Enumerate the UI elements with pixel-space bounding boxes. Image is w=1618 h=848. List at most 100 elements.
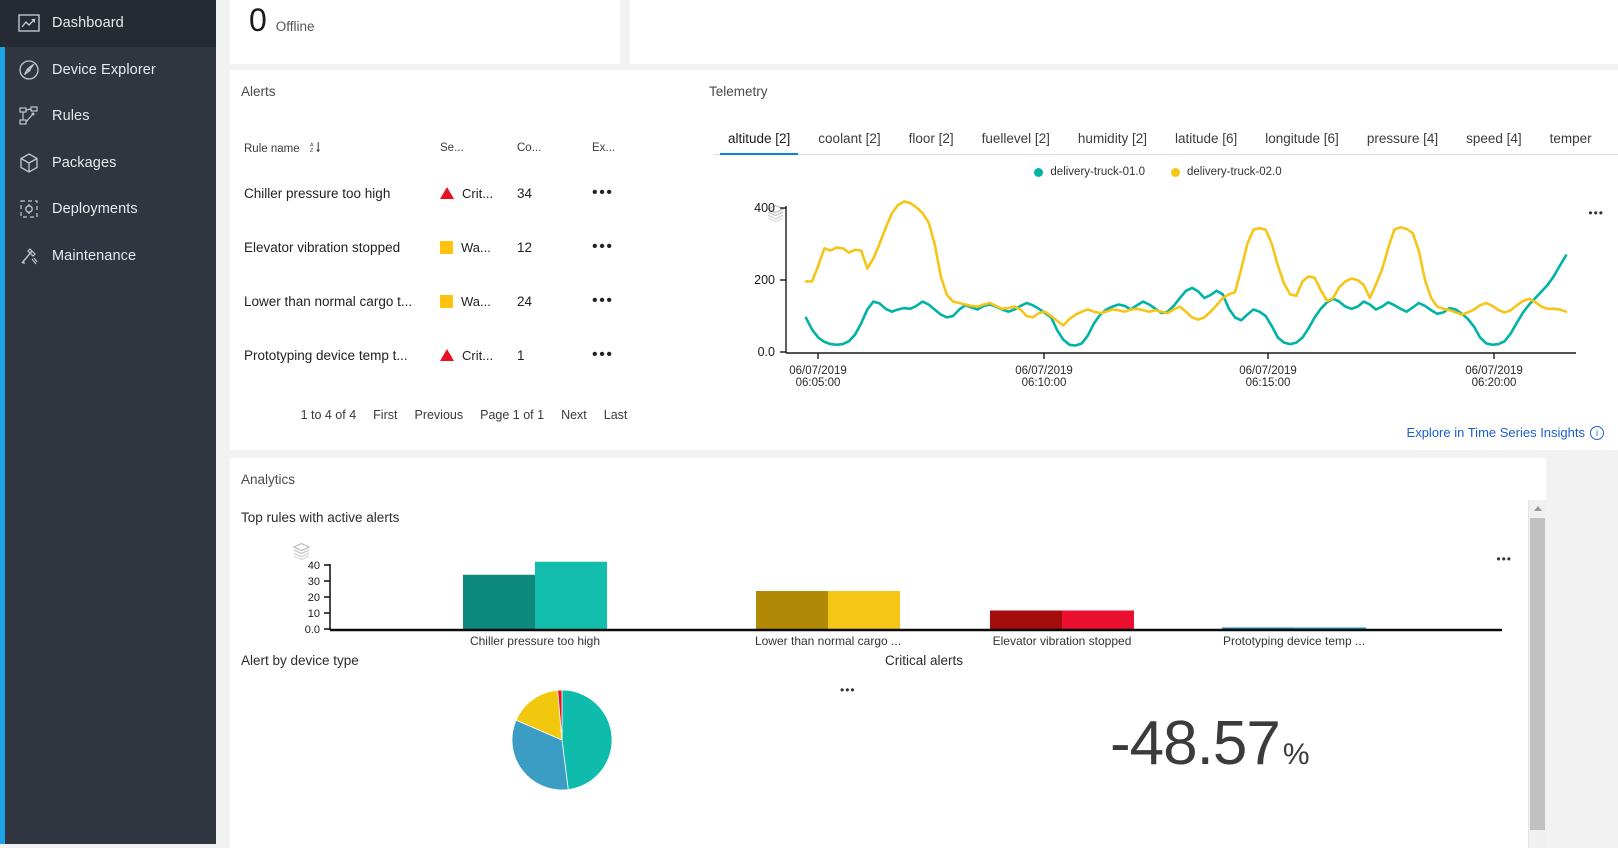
- tsi-link-label: Explore in Time Series Insights: [1406, 425, 1585, 440]
- alert-by-device-type-title: Alert by device type: [241, 653, 359, 668]
- tab-fuellevel[interactable]: fuellevel [2]: [968, 131, 1064, 154]
- legend-swatch-icon: [1171, 167, 1180, 177]
- pagination-first[interactable]: First: [373, 408, 397, 422]
- svg-text:Z: Z: [310, 148, 313, 153]
- explore-time-series-insights-link[interactable]: Explore in Time Series Insights i: [1407, 425, 1604, 440]
- tab-latitude[interactable]: latitude [6]: [1161, 131, 1251, 154]
- alert-row-menu[interactable]: •••: [592, 347, 652, 363]
- svg-text:400: 400: [754, 201, 775, 215]
- kebab-icon: •••: [592, 292, 614, 309]
- chevron-up-icon: [1533, 506, 1542, 511]
- column-header-explore[interactable]: Ex...: [592, 142, 652, 154]
- alerts-pagination: 1 to 4 of 4 First Previous Page 1 of 1 N…: [230, 408, 698, 422]
- tab-floor[interactable]: floor [2]: [895, 131, 968, 154]
- critical-severity-icon: [440, 349, 454, 361]
- svg-text:06/07/2019: 06/07/2019: [1015, 365, 1073, 377]
- svg-text:06:15:00: 06:15:00: [1246, 377, 1291, 389]
- maintenance-icon: [18, 245, 52, 267]
- svg-text:06:05:00: 06:05:00: [796, 377, 841, 389]
- offline-label: Offline: [275, 19, 315, 34]
- tab-speed[interactable]: speed [4]: [1452, 131, 1536, 154]
- x-axis: 06/07/2019 06:05:00 06/07/2019 06:10:00 …: [786, 352, 1576, 389]
- sidebar-item-deployments[interactable]: Deployments: [0, 186, 216, 233]
- pagination-next[interactable]: Next: [561, 408, 587, 422]
- alert-rule-name: Lower than normal cargo t...: [244, 293, 413, 309]
- bar[interactable]: [1062, 610, 1134, 631]
- svg-text:30: 30: [308, 576, 320, 588]
- tab-longitude[interactable]: longitude [6]: [1251, 131, 1353, 154]
- tab-humidity[interactable]: humidity [2]: [1064, 131, 1161, 154]
- svg-text:06/07/2019: 06/07/2019: [1239, 365, 1297, 377]
- svg-text:06:20:00: 06:20:00: [1472, 377, 1517, 389]
- sidebar-item-maintenance[interactable]: Maintenance: [0, 233, 216, 280]
- tab-coolant[interactable]: coolant [2]: [804, 131, 894, 154]
- tab-pressure[interactable]: pressure [4]: [1353, 131, 1452, 154]
- bar[interactable]: [828, 591, 900, 630]
- sidebar-item-dashboard[interactable]: Dashboard: [0, 0, 216, 47]
- bar[interactable]: [463, 574, 535, 630]
- pie-slice-group: [511, 689, 613, 791]
- telemetry-panel: Telemetry altitude [2] coolant [2] floor…: [698, 70, 1618, 450]
- sidebar-item-label: Dashboard: [52, 15, 124, 32]
- alert-rule-name: Elevator vibration stopped: [244, 239, 401, 255]
- alert-by-device-type-pie-chart: [511, 689, 613, 791]
- analytics-scrollbar[interactable]: [1528, 500, 1546, 848]
- dashboard-icon: [18, 12, 52, 34]
- scrollbar-thumb[interactable]: [1530, 518, 1545, 830]
- legend-label: delivery-truck-01.0: [1050, 166, 1145, 178]
- y-axis: 400 200 0.0: [754, 201, 787, 359]
- alert-row-menu[interactable]: •••: [592, 293, 652, 309]
- pie-slice[interactable]: [561, 689, 613, 791]
- pagination-previous[interactable]: Previous: [414, 408, 463, 422]
- legend-swatch-icon: [1034, 167, 1044, 177]
- svg-text:40: 40: [308, 560, 320, 572]
- offline-count: 0: [249, 2, 267, 38]
- device-explorer-icon: [18, 59, 52, 81]
- table-row[interactable]: Prototyping device temp t... Crit... 1 •…: [242, 328, 686, 382]
- alert-severity: Wa...: [440, 294, 517, 309]
- sidebar-item-device-explorer[interactable]: Device Explorer: [0, 47, 216, 94]
- sidebar-item-packages[interactable]: Packages: [0, 140, 216, 187]
- column-header-severity[interactable]: Se...: [440, 142, 517, 154]
- packages-icon: [18, 152, 52, 174]
- scroll-up-button[interactable]: [1529, 500, 1546, 517]
- table-row[interactable]: Elevator vibration stopped Wa... 12 •••: [242, 220, 686, 274]
- tab-temperature[interactable]: temper: [1536, 131, 1606, 154]
- bar[interactable]: [535, 561, 607, 630]
- kpi-chart-menu[interactable]: •••: [840, 683, 856, 697]
- sidebar: Dashboard Device Explorer Rules Packages: [0, 0, 216, 844]
- iot-dashboard-app: Dashboard Device Explorer Rules Packages: [0, 0, 1618, 848]
- alerts-table-header: Rule name AZ Se... Co... Ex...: [242, 130, 686, 166]
- legend-item[interactable]: delivery-truck-02.0: [1171, 166, 1282, 178]
- column-header-rule-name[interactable]: Rule name AZ: [242, 141, 440, 156]
- sidebar-item-label: Packages: [52, 154, 117, 171]
- kebab-icon: •••: [592, 238, 614, 255]
- top-rules-title: Top rules with active alerts: [241, 510, 400, 525]
- table-row[interactable]: Lower than normal cargo t... Wa... 24 ••…: [242, 274, 686, 328]
- alerts-panel-title: Alerts: [241, 84, 276, 99]
- alert-severity: Crit...: [440, 186, 517, 201]
- table-row[interactable]: Chiller pressure too high Crit... 34 •••: [242, 166, 686, 220]
- bar-category-label: Chiller pressure too high: [469, 634, 601, 648]
- column-header-count[interactable]: Co...: [517, 142, 592, 154]
- tab-altitude[interactable]: altitude [2]: [714, 131, 804, 155]
- svg-text:06:10:00: 06:10:00: [1022, 377, 1067, 389]
- bar[interactable]: [990, 610, 1062, 631]
- critical-alerts-title: Critical alerts: [885, 653, 964, 668]
- sidebar-item-label: Device Explorer: [52, 61, 156, 78]
- pagination-range: 1 to 4 of 4: [300, 408, 357, 422]
- pagination-last[interactable]: Last: [604, 408, 628, 422]
- alert-row-menu[interactable]: •••: [592, 239, 652, 255]
- alert-rule-name: Prototyping device temp t...: [244, 347, 408, 363]
- alert-row-menu[interactable]: •••: [592, 185, 652, 201]
- sort-icon[interactable]: AZ: [310, 141, 321, 156]
- alert-severity-label: Wa...: [461, 293, 491, 309]
- legend-item[interactable]: delivery-truck-01.0: [1034, 166, 1145, 178]
- alert-severity: Crit...: [440, 348, 517, 363]
- map-panel: [630, 0, 1618, 64]
- info-icon[interactable]: i: [1590, 425, 1604, 440]
- bar[interactable]: [756, 591, 828, 630]
- sidebar-item-rules[interactable]: Rules: [0, 93, 216, 140]
- alert-severity-label: Crit...: [462, 347, 494, 363]
- svg-text:06/07/2019: 06/07/2019: [789, 365, 847, 377]
